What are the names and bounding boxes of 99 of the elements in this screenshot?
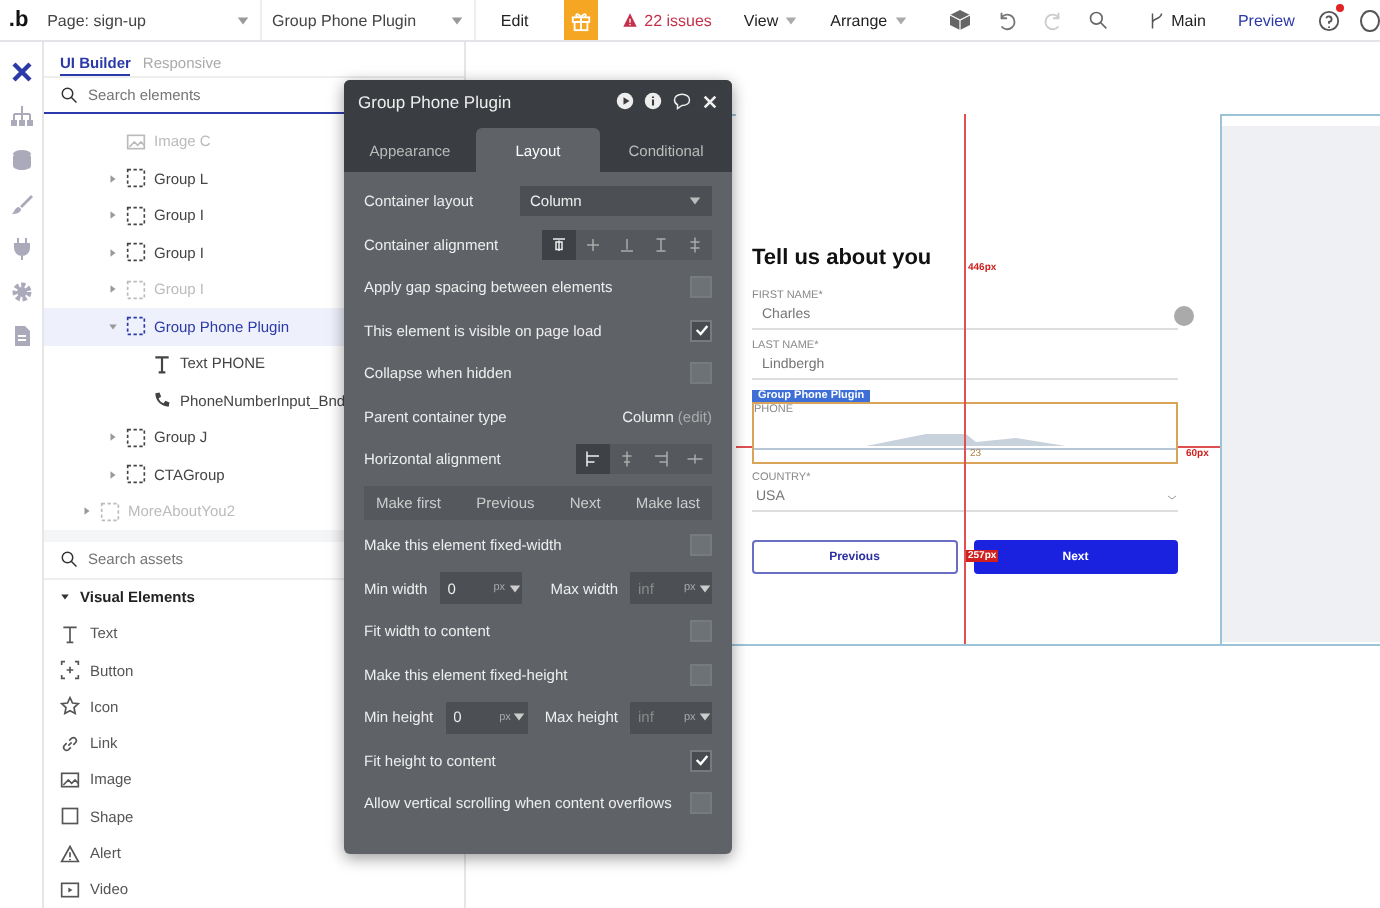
phone-icon [152, 390, 172, 411]
hierarchy-icon [9, 104, 33, 128]
app-logo[interactable]: .b [0, 8, 38, 32]
group-icon [126, 279, 146, 300]
checkbox[interactable] [690, 319, 712, 342]
alignment-icon [584, 450, 602, 469]
expanded-caret-icon [107, 321, 117, 332]
checkmark-icon [693, 322, 709, 339]
text-icon [60, 623, 80, 644]
chevron-icon [1166, 491, 1178, 503]
edit-menu[interactable]: Edit [474, 0, 553, 40]
issues-button[interactable]: 22 issues [610, 0, 724, 40]
collapsed-caret-icon [107, 173, 117, 184]
alignment-button[interactable] [542, 229, 576, 260]
group-icon [126, 205, 146, 226]
info-button[interactable] [644, 92, 662, 110]
branch-button[interactable]: Main [1135, 0, 1218, 40]
collapsed-caret-icon [107, 210, 117, 221]
star-icon [60, 696, 80, 717]
group-icon [126, 168, 146, 189]
redo-icon [1041, 9, 1064, 31]
caret-icon [688, 194, 702, 209]
search-icon [60, 86, 78, 104]
checkmark-icon [693, 752, 709, 769]
collapsed-caret-icon [107, 469, 117, 480]
menu-button[interactable]: View [731, 0, 811, 40]
play-button[interactable] [616, 92, 634, 110]
caret-icon [784, 13, 799, 27]
alignment-icon [550, 235, 568, 254]
checkbox[interactable] [690, 749, 712, 772]
checkbox[interactable] [690, 620, 712, 643]
close-icon [702, 93, 718, 109]
checkbox[interactable] [690, 362, 712, 385]
image-icon [60, 769, 80, 790]
collapsed-caret-icon [107, 284, 117, 295]
branch-icon [1147, 11, 1166, 29]
alignment-icon [652, 450, 670, 469]
warning-icon [60, 843, 80, 864]
dialog-title: Group Phone Plugin [358, 91, 514, 111]
checkbox[interactable] [690, 276, 712, 299]
page-dropdown[interactable]: Page: sign-up [37, 0, 261, 40]
cube-icon [947, 8, 972, 32]
caret-icon [697, 710, 712, 725]
rail-button[interactable] [7, 58, 35, 86]
collapsed-caret-icon [107, 247, 117, 258]
group-icon [126, 427, 146, 448]
button-icon [60, 660, 80, 681]
preview-button[interactable]: Preview [1225, 0, 1307, 40]
status-dot [1174, 306, 1194, 326]
comment-icon [672, 92, 692, 110]
gift-icon [570, 9, 593, 31]
alignment-icon [618, 450, 636, 469]
collapsed-caret-icon [81, 506, 91, 517]
link-icon [60, 733, 80, 754]
expanded-caret-icon [60, 592, 70, 603]
element-dropdown[interactable]: Group Phone Plugin [260, 0, 475, 40]
undo-icon [995, 9, 1018, 31]
caret-icon [236, 13, 251, 27]
group-icon [126, 242, 146, 263]
close-button[interactable] [702, 93, 718, 109]
search-icon [60, 550, 78, 569]
info-icon [644, 92, 662, 110]
settings-icon [9, 280, 33, 304]
caret-icon [697, 581, 712, 596]
caret-icon [450, 13, 465, 27]
play-icon [616, 92, 634, 110]
alignment-icon [686, 235, 704, 254]
square-icon [60, 806, 80, 827]
avatar[interactable] [1360, 9, 1380, 31]
brush-icon [9, 192, 33, 216]
help-icon [1318, 9, 1341, 31]
warning-icon [622, 12, 639, 28]
group-icon [100, 501, 120, 522]
gift-button[interactable] [564, 0, 599, 40]
alignment-icon [584, 235, 602, 254]
document-icon [9, 324, 33, 348]
group-icon [126, 464, 146, 485]
text-icon [152, 353, 172, 374]
caret-icon [507, 581, 521, 596]
alignment-button[interactable] [576, 444, 610, 475]
caret-icon [893, 13, 908, 27]
form-heading: Tell us about you [752, 246, 932, 270]
caret-icon [512, 710, 527, 725]
alignment-icon [686, 450, 704, 469]
database-icon [9, 148, 33, 172]
group-icon [126, 316, 146, 337]
checkbox[interactable] [690, 534, 712, 557]
menu-button[interactable]: Arrange [818, 0, 920, 40]
checkbox[interactable] [690, 792, 712, 815]
checkbox[interactable] [690, 663, 712, 686]
alignment-icon [652, 235, 670, 254]
video-icon [60, 879, 80, 900]
builder-icon [9, 60, 33, 84]
plug-icon [9, 236, 33, 260]
collapsed-caret-icon [107, 432, 117, 443]
alignment-icon [618, 235, 636, 254]
search-icon [1087, 10, 1108, 30]
image-icon [126, 131, 146, 152]
comment-button[interactable] [672, 92, 692, 110]
